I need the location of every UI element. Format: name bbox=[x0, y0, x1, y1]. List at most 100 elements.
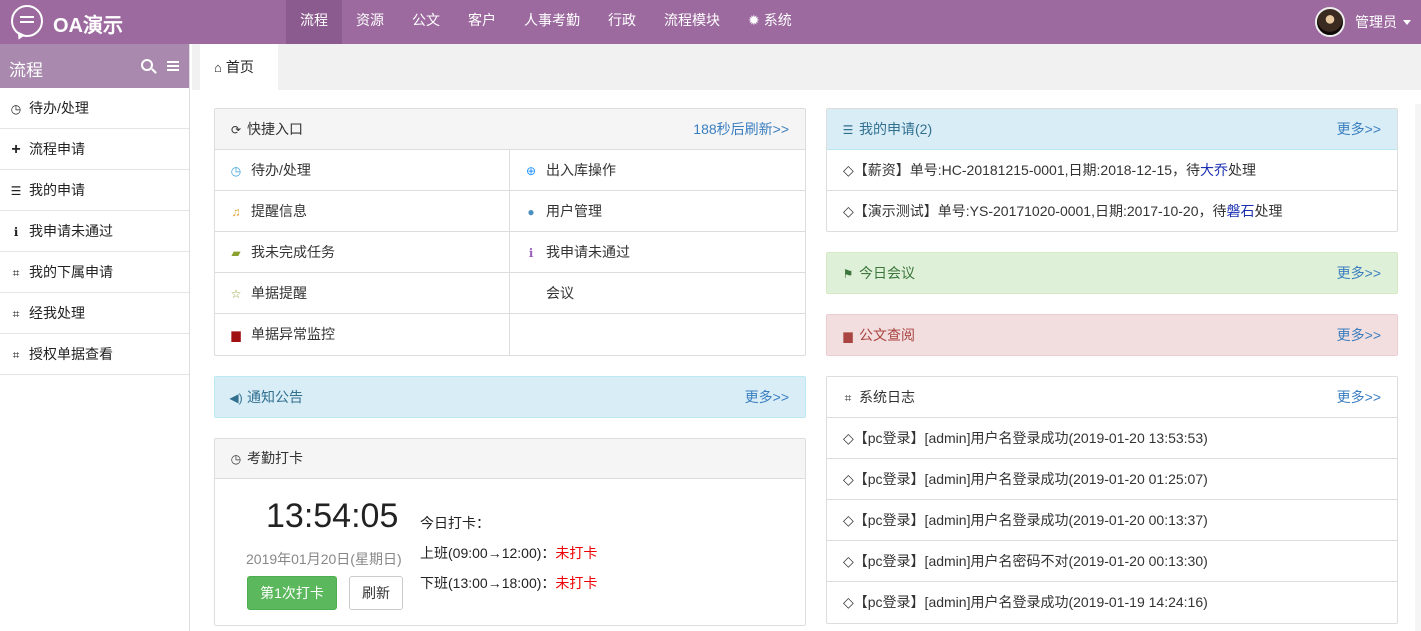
tab-bar: ⌂ 首页 bbox=[192, 44, 1421, 90]
quick-item-unfinished-task[interactable]: ▰ 我未完成任务 bbox=[215, 232, 510, 273]
nav-item-system[interactable]: ✹ 系统 bbox=[734, 0, 806, 44]
chat-logo-icon bbox=[11, 5, 43, 37]
notice-panel: ◀) 通知公告 更多>> bbox=[214, 376, 806, 418]
my-apply-panel: ☰ 我的申请(2) 更多>> ◇【薪资】单号:HC-20181215-0001,日… bbox=[826, 108, 1398, 232]
meeting-more-link[interactable]: 更多>> bbox=[1337, 253, 1381, 293]
sidebar-item-rejected[interactable]: ℹ 我申请未通过 bbox=[0, 211, 189, 252]
menu-icon[interactable] bbox=[167, 61, 179, 63]
list-item[interactable]: ◇【pc登录】[admin]用户名登录成功(2019-01-19 14:24:1… bbox=[827, 582, 1397, 623]
list-item[interactable]: ◇【薪资】单号:HC-20181215-0001,日期:2018-12-15，待… bbox=[827, 150, 1397, 191]
quick-item-empty bbox=[510, 314, 805, 355]
bell-icon: ♫ bbox=[231, 205, 241, 219]
docs-more-link[interactable]: 更多>> bbox=[1337, 315, 1381, 355]
star-icon: ☆ bbox=[230, 287, 242, 301]
meeting-panel: ⚑ 今日会议 更多>> bbox=[826, 252, 1398, 294]
refresh-icon: ⟳ bbox=[230, 123, 242, 137]
quick-item-meeting[interactable]: 会议 bbox=[510, 273, 805, 314]
morning-punch-line: 上班(09:00→12:00)：未打卡 bbox=[420, 545, 598, 561]
notice-header: ◀) 通知公告 更多>> bbox=[215, 377, 805, 417]
avatar bbox=[1315, 7, 1345, 37]
bookmark-icon: ⌗ bbox=[12, 348, 20, 362]
info-icon: ℹ bbox=[528, 246, 534, 260]
plus-circle-icon: ⊕ bbox=[525, 164, 537, 178]
refresh-countdown-link[interactable]: 188秒后刷新>> bbox=[693, 109, 789, 149]
search-icon[interactable] bbox=[141, 59, 153, 71]
list-icon: ☰ bbox=[10, 184, 22, 198]
book-icon: ▰ bbox=[231, 246, 241, 260]
docs-header: ▆ 公文查阅 更多>> bbox=[827, 315, 1397, 355]
user-menu[interactable]: 管理员 bbox=[1315, 0, 1421, 44]
gear-icon: ✹ bbox=[748, 12, 760, 28]
status-badge: 未打卡 bbox=[555, 575, 598, 591]
info-icon: ℹ bbox=[13, 225, 19, 239]
quick-entry-panel: ⟳ 快捷入口 188秒后刷新>> ◷ 待办/处理 ⊕ 出入库操作 ♫ 提醒信息 ● 用户管… bbox=[214, 108, 806, 356]
punch-in-button[interactable]: 第1次打卡 bbox=[247, 576, 337, 610]
nav-item-flow[interactable]: 流程 bbox=[286, 0, 342, 44]
nav-item-flow-module[interactable]: 流程模块 bbox=[650, 0, 734, 44]
sidebar-item-my-apply[interactable]: ☰ 我的申请 bbox=[0, 170, 189, 211]
user-name: 管理员 bbox=[1355, 14, 1397, 30]
system-log-header: ⌗ 系统日志 更多>> bbox=[827, 377, 1397, 418]
my-apply-more-link[interactable]: 更多>> bbox=[1337, 109, 1381, 149]
meeting-header: ⚑ 今日会议 更多>> bbox=[827, 253, 1397, 293]
briefcase-icon: ▆ bbox=[231, 328, 241, 342]
list-item[interactable]: ◇【演示测试】单号:YS-20171020-0001,日期:2017-10-20… bbox=[827, 191, 1397, 231]
list-icon: ☰ bbox=[842, 123, 854, 137]
nav-item-hr-attendance[interactable]: 人事考勤 bbox=[510, 0, 594, 44]
nav-item-customer[interactable]: 客户 bbox=[454, 0, 510, 44]
home-icon: ⌂ bbox=[214, 60, 222, 75]
quick-entry-header: ⟳ 快捷入口 188秒后刷新>> bbox=[215, 109, 805, 150]
sidebar-item-todo[interactable]: ◷ 待办/处理 bbox=[0, 88, 189, 129]
chevron-down-icon bbox=[1403, 19, 1411, 25]
app-title: OA演示 bbox=[53, 15, 123, 37]
quick-item-reminder[interactable]: ♫ 提醒信息 bbox=[215, 191, 510, 232]
quick-item-todo[interactable]: ◷ 待办/处理 bbox=[215, 150, 510, 191]
quick-item-stock[interactable]: ⊕ 出入库操作 bbox=[510, 150, 805, 191]
flag-icon: ⚑ bbox=[842, 267, 854, 281]
today-punch-label: 今日打卡： bbox=[420, 515, 490, 531]
attendance-panel: ◷ 考勤打卡 13:54:05 2019年01月20日(星期日) 第1次打卡 刷新… bbox=[214, 438, 806, 626]
notice-more-link[interactable]: 更多>> bbox=[745, 377, 789, 417]
quick-entry-grid: ◷ 待办/处理 ⊕ 出入库操作 ♫ 提醒信息 ● 用户管理 ▰ 我未完成任务 ℹ 我申请未通… bbox=[215, 150, 805, 355]
afternoon-punch-line: 下班(13:00→18:00)：未打卡 bbox=[420, 575, 598, 591]
status-badge: 未打卡 bbox=[555, 545, 598, 561]
quick-item-user-manage[interactable]: ● 用户管理 bbox=[510, 191, 805, 232]
briefcase-icon: ▆ bbox=[843, 329, 853, 343]
clock-icon: ◷ bbox=[230, 164, 242, 178]
current-time: 13:54:05 bbox=[266, 497, 399, 535]
quick-item-rejected[interactable]: ℹ 我申请未通过 bbox=[510, 232, 805, 273]
user-icon: ● bbox=[527, 205, 535, 219]
sidebar: 流程 ◷ 待办/处理 + 流程申请 ☰ 我的申请 ℹ 我申请未通过 ⌗ 我的下属申请 ⌗ 经… bbox=[0, 44, 190, 631]
sidebar-item-subordinate[interactable]: ⌗ 我的下属申请 bbox=[0, 252, 189, 293]
sidebar-item-handled[interactable]: ⌗ 经我处理 bbox=[0, 293, 189, 334]
attendance-header: ◷ 考勤打卡 bbox=[215, 439, 805, 479]
list-item[interactable]: ◇【pc登录】[admin]用户名登录成功(2019-01-20 01:25:0… bbox=[827, 459, 1397, 500]
nav-item-document[interactable]: 公文 bbox=[398, 0, 454, 44]
volume-icon: ◀) bbox=[229, 391, 243, 405]
nav-item-resource[interactable]: 资源 bbox=[342, 0, 398, 44]
sidebar-item-flow-apply[interactable]: + 流程申请 bbox=[0, 129, 189, 170]
system-log-panel: ⌗ 系统日志 更多>> ◇【pc登录】[admin]用户名登录成功(2019-01… bbox=[826, 376, 1398, 624]
nav-item-admin[interactable]: 行政 bbox=[594, 0, 650, 44]
current-date: 2019年01月20日(星期日) bbox=[246, 551, 402, 567]
top-nav: 流程 资源 公文 客户 人事考勤 行政 流程模块 ✹ 系统 bbox=[286, 0, 806, 44]
refresh-button[interactable]: 刷新 bbox=[349, 576, 403, 610]
sidebar-header: 流程 bbox=[0, 44, 189, 88]
list-item[interactable]: ◇【pc登录】[admin]用户名登录成功(2019-01-20 00:13:3… bbox=[827, 500, 1397, 541]
system-log-more-link[interactable]: 更多>> bbox=[1337, 377, 1381, 417]
quick-item-doc-monitor[interactable]: ▆ 单据异常监控 bbox=[215, 314, 510, 355]
sidebar-title: 流程 bbox=[9, 61, 43, 80]
bookmark-icon: ⌗ bbox=[12, 307, 20, 321]
main-content: ⌂ 首页 ⟳ 快捷入口 188秒后刷新>> ◷ 待办/处理 ⊕ 出入库操作 ♫ 提醒信息 … bbox=[192, 44, 1421, 631]
quick-item-doc-reminder[interactable]: ☆ 单据提醒 bbox=[215, 273, 510, 314]
tab-home[interactable]: ⌂ 首页 bbox=[200, 44, 278, 90]
clock-icon: ◷ bbox=[230, 452, 242, 466]
scrollbar[interactable] bbox=[1415, 104, 1421, 631]
list-item[interactable]: ◇【pc登录】[admin]用户名登录成功(2019-01-20 13:53:5… bbox=[827, 418, 1397, 459]
clock-icon: ◷ bbox=[10, 102, 22, 116]
sidebar-item-authorized[interactable]: ⌗ 授权单据查看 bbox=[0, 334, 189, 375]
my-apply-header: ☰ 我的申请(2) 更多>> bbox=[827, 109, 1397, 150]
list-item[interactable]: ◇【pc登录】[admin]用户名密码不对(2019-01-20 00:13:3… bbox=[827, 541, 1397, 582]
bookmark-icon: ⌗ bbox=[12, 266, 20, 280]
plus-icon: + bbox=[11, 141, 21, 158]
